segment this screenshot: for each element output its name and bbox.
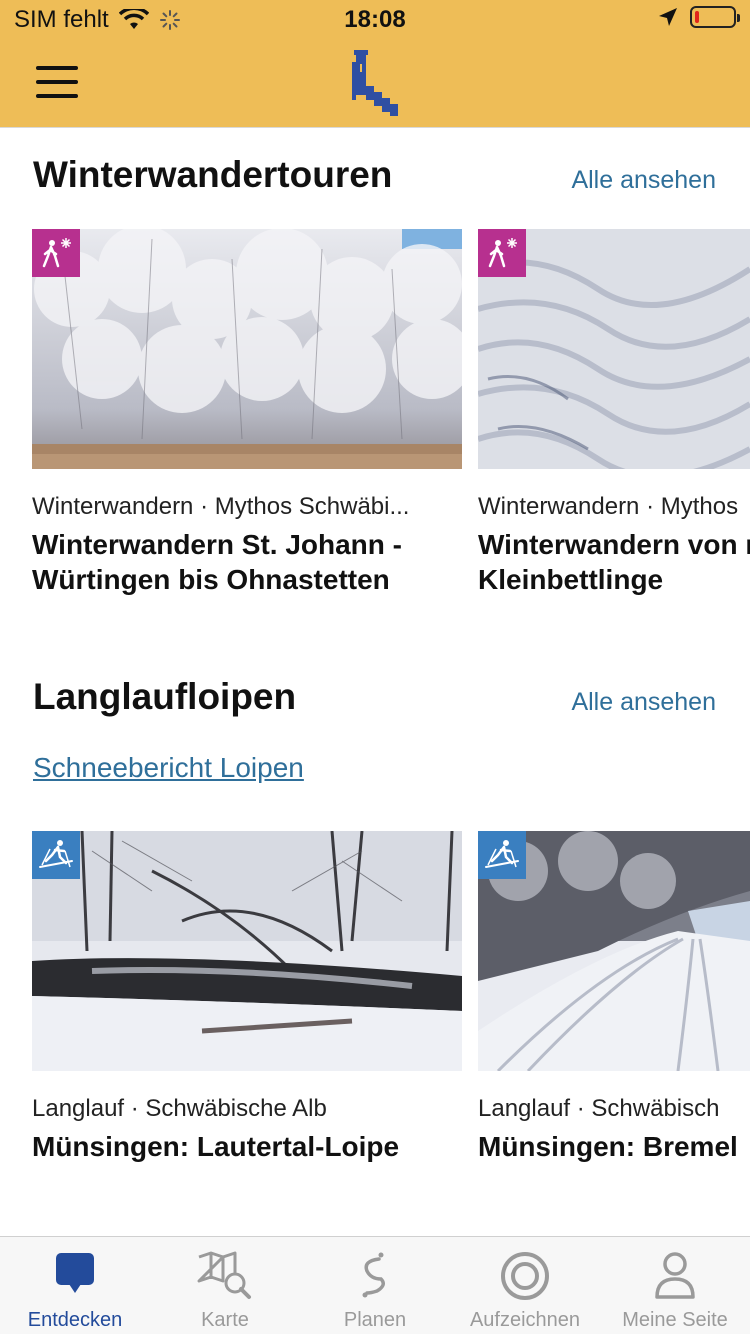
see-all-winter-hiking-link[interactable]: Alle ansehen: [571, 166, 716, 195]
tour-image: [32, 229, 462, 469]
tab-plan[interactable]: Planen: [300, 1237, 450, 1334]
winter-hiking-icon: [32, 229, 80, 277]
record-icon: [501, 1252, 549, 1300]
tab-profile[interactable]: Meine Seite: [600, 1237, 750, 1334]
tab-label: Entdecken: [27, 1309, 123, 1331]
winter-hiking-icon: [478, 229, 526, 277]
snow-report-link[interactable]: Schneebericht Loipen: [33, 752, 304, 784]
card-category: Langlauf · Schwäbische Alb: [32, 1095, 327, 1122]
cross-country-ski-icon: [478, 831, 526, 879]
app-header: SIM fehlt 18:08: [0, 0, 750, 128]
card-title: Münsingen: Lautertal-Loipe: [32, 1131, 400, 1162]
location-arrow-icon: [659, 8, 677, 26]
section-title-cross-country: Langlaufloipen: [33, 676, 297, 717]
battery-icon: [690, 6, 740, 28]
tab-map[interactable]: Karte: [150, 1237, 300, 1334]
route-plan-icon: [362, 1252, 385, 1298]
status-bar: SIM fehlt 18:08: [0, 0, 750, 40]
profile-icon: [655, 1252, 695, 1299]
card-title: Winterwandern St. Johann - Würtingen bis…: [32, 529, 402, 595]
tab-record[interactable]: Aufzeichnen: [450, 1237, 600, 1334]
trail-image: [32, 831, 462, 1071]
see-all-cross-country-link[interactable]: Alle ansehen: [571, 688, 716, 717]
card-category: Langlauf · Schwäbisch: [478, 1095, 720, 1122]
status-time: 18:08: [344, 6, 406, 33]
tab-bar: Entdecken Karte Planen Aufzeichnen Meine…: [0, 1236, 750, 1334]
tour-card[interactable]: Winterwandern · Mythos Winterwandern von…: [478, 229, 750, 597]
section-title-winter-hiking: Winterwandertouren: [33, 154, 393, 195]
cross-country-ski-icon: [32, 831, 80, 879]
discover-icon: [56, 1253, 94, 1293]
tab-label: Aufzeichnen: [469, 1309, 581, 1331]
river-snow-photo: [32, 831, 462, 1071]
trail-image: [478, 831, 750, 1071]
card-category: Winterwandern · Mythos: [478, 493, 739, 520]
frosted-trees-photo: [32, 229, 462, 469]
trail-card[interactable]: Langlauf · Schwäbische Alb Münsingen: La…: [32, 831, 462, 1164]
tab-label: Planen: [343, 1309, 407, 1331]
trail-card[interactable]: Langlauf · Schwäbisch Münsingen: Bremel: [478, 831, 750, 1164]
tab-label: Meine Seite: [622, 1309, 728, 1331]
map-search-icon: [197, 1251, 251, 1299]
status-right: [658, 6, 740, 28]
tour-image: [478, 229, 750, 469]
tab-label: Karte: [201, 1309, 249, 1331]
card-category: Winterwandern · Mythos Schwäbi...: [32, 493, 410, 520]
app-logo: [352, 50, 398, 116]
card-title: Winterwandern von nach Kleinbettlinge: [478, 529, 750, 595]
menu-button[interactable]: [36, 66, 78, 100]
card-title: Münsingen: Bremel: [478, 1131, 738, 1162]
tour-card[interactable]: Winterwandern · Mythos Schwäbi... Winter…: [32, 229, 462, 597]
tab-discover[interactable]: Entdecken: [0, 1237, 150, 1334]
